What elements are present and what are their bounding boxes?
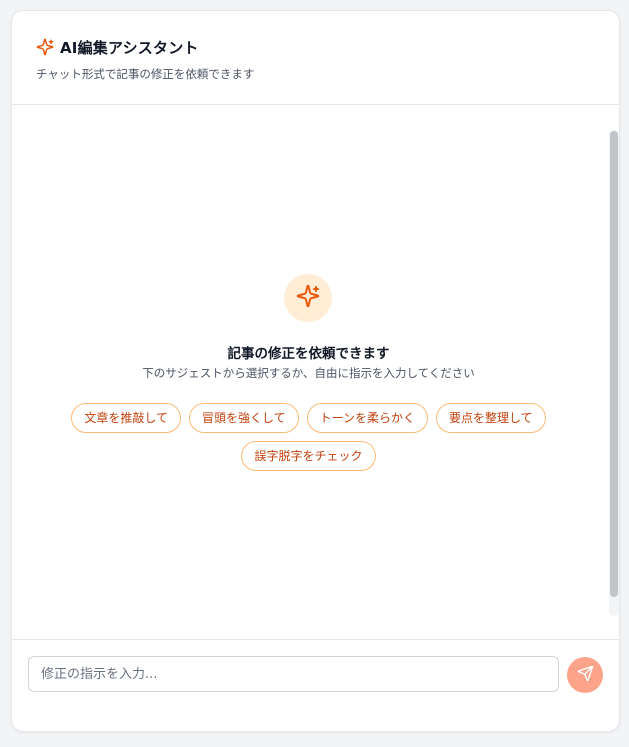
title-row: AI編集アシスタント bbox=[36, 37, 619, 57]
send-icon bbox=[577, 665, 594, 685]
suggestion-chip-organize-points[interactable]: 要点を整理して bbox=[436, 403, 546, 433]
composer bbox=[12, 639, 619, 731]
suggestion-list: 文章を推敲して 冒頭を強くして トーンを柔らかく 要点を整理して 誤字脱字をチェ… bbox=[52, 403, 565, 471]
instruction-input[interactable] bbox=[28, 656, 559, 692]
suggestion-chip-polish[interactable]: 文章を推敲して bbox=[71, 403, 181, 433]
sparkles-icon bbox=[36, 38, 54, 56]
suggestion-chip-typo-check[interactable]: 誤字脱字をチェック bbox=[241, 441, 376, 471]
panel-header: AI編集アシスタント チャット形式で記事の修正を依頼できます bbox=[12, 11, 619, 105]
suggestion-chip-soften-tone[interactable]: トーンを柔らかく bbox=[306, 403, 429, 433]
suggestion-chip-strong-intro[interactable]: 冒頭を強くして bbox=[188, 403, 299, 433]
message-area[interactable]: 記事の修正を依頼できます 下のサジェストから選択するか、自由に指示を入力してくだ… bbox=[12, 106, 619, 639]
panel-subtitle: チャット形式で記事の修正を依頼できます bbox=[36, 67, 255, 81]
send-button[interactable] bbox=[567, 657, 603, 693]
assistant-panel: AI編集アシスタント チャット形式で記事の修正を依頼できます 記事の修正を依頼で… bbox=[11, 10, 620, 732]
scrollbar-thumb[interactable] bbox=[610, 131, 618, 597]
panel-title: AI編集アシスタント bbox=[60, 38, 199, 57]
scrollbar[interactable] bbox=[609, 130, 619, 616]
empty-state-title: 記事の修正を依頼できます bbox=[227, 346, 390, 362]
empty-state-description: 下のサジェストから選択するか、自由に指示を入力してください bbox=[142, 366, 475, 380]
empty-state-icon-circle bbox=[284, 274, 332, 322]
sparkles-icon bbox=[296, 284, 320, 312]
empty-state: 記事の修正を依頼できます 下のサジェストから選択するか、自由に指示を入力してくだ… bbox=[12, 106, 605, 639]
